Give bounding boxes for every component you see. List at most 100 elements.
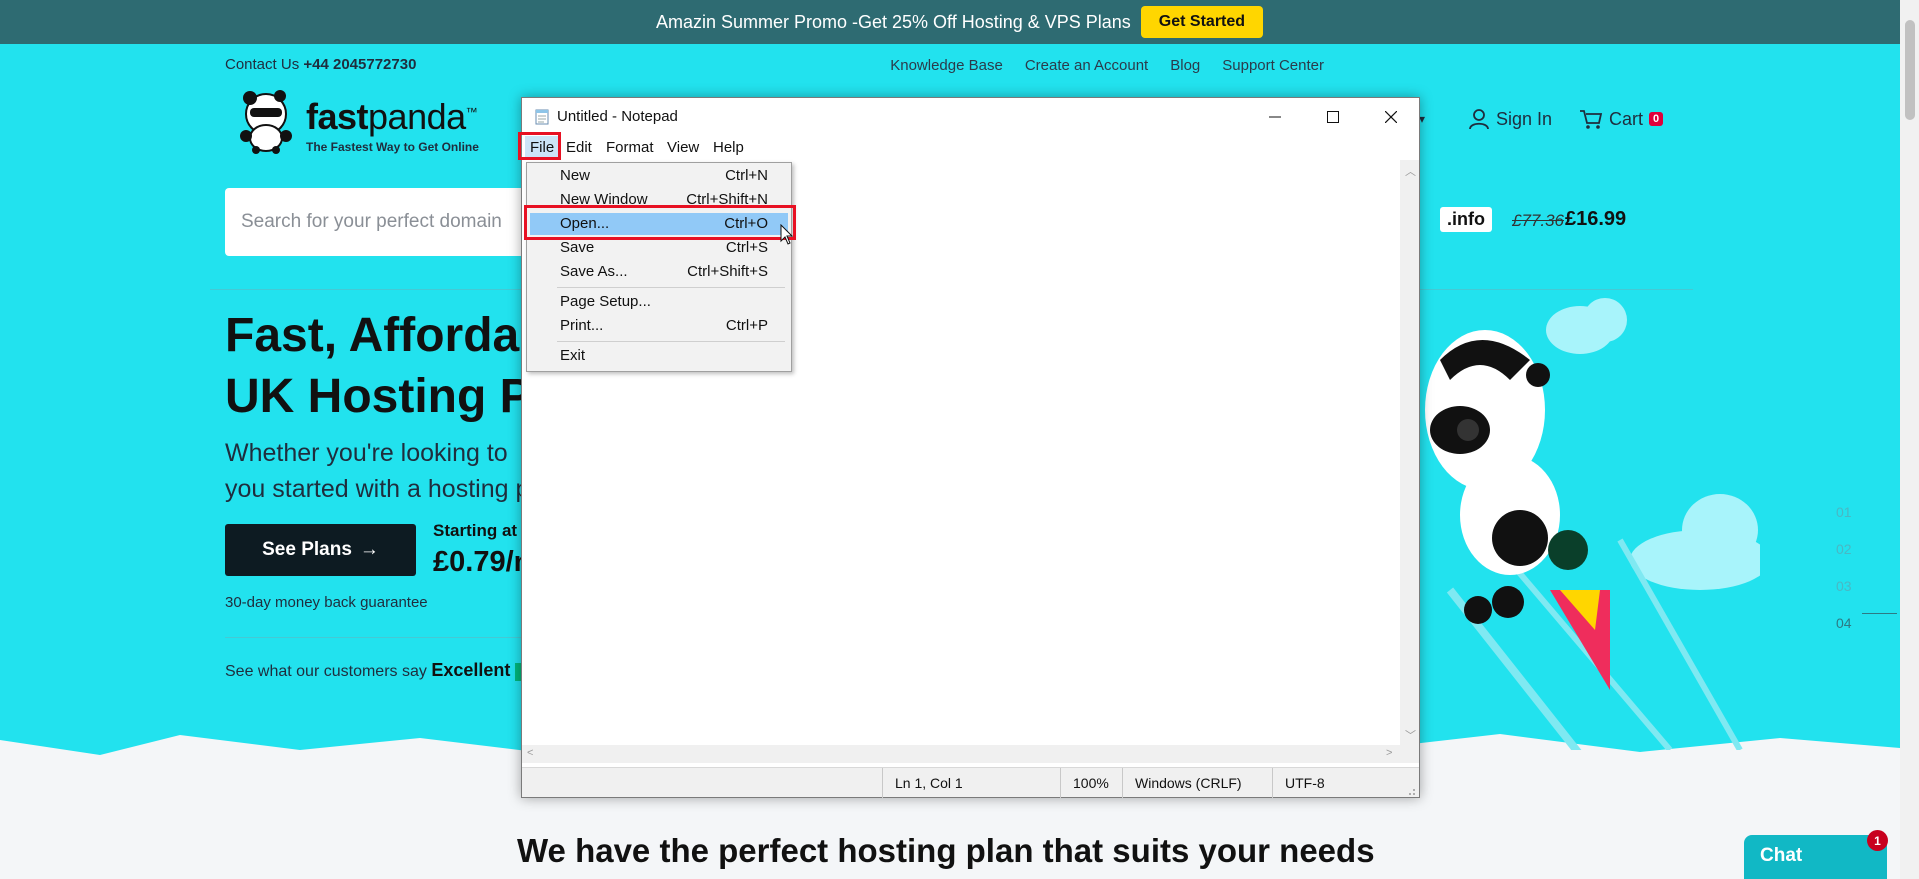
maximize-icon xyxy=(1327,111,1339,123)
hero-headline-line-2: UK Hosting P xyxy=(225,370,525,423)
signin-link[interactable]: Sign In xyxy=(1468,108,1552,130)
status-cursor-position: Ln 1, Col 1 xyxy=(882,768,1060,798)
file-menu-print-label: Print... xyxy=(560,317,604,334)
promo-text: Amazin Summer Promo -Get 25% Off Hosting… xyxy=(655,11,1131,32)
guarantee-divider xyxy=(225,637,525,638)
contact-phone[interactable]: +44 2045772730 xyxy=(303,56,416,73)
page-scrollbar[interactable] xyxy=(1900,0,1919,879)
notepad-titlebar[interactable]: Untitled - Notepad xyxy=(522,98,1419,136)
create-account-link[interactable]: Create an Account xyxy=(1025,57,1148,74)
scroll-corner xyxy=(1400,745,1419,763)
file-menu-exit[interactable]: Exit xyxy=(530,345,788,367)
maximize-button[interactable] xyxy=(1304,98,1362,136)
file-menu-save-shortcut: Ctrl+S xyxy=(725,239,768,256)
contact-label: Contact Us xyxy=(225,56,300,73)
minimize-icon xyxy=(1269,116,1281,118)
mouse-cursor-icon xyxy=(780,224,794,245)
customers-say-label: See what our customers say xyxy=(225,663,427,680)
see-plans-button[interactable]: See Plans → xyxy=(225,524,416,576)
hero-subtext: Whether you're looking to you started wi… xyxy=(225,435,525,507)
slide-indicator: 01 02 03 04 xyxy=(1836,494,1852,642)
chat-notification-badge: 1 xyxy=(1867,830,1888,851)
close-button[interactable] xyxy=(1362,98,1420,136)
active-slide-line xyxy=(1862,613,1897,614)
file-menu-save[interactable]: Save Ctrl+S xyxy=(530,237,788,259)
section-heading: We have the perfect hosting plan that su… xyxy=(517,832,1375,869)
domain-search-input[interactable]: Search for your perfect domain xyxy=(225,188,525,256)
file-menu-print-shortcut: Ctrl+P xyxy=(725,317,768,334)
menu-edit[interactable]: Edit xyxy=(561,136,597,160)
panda-rocket-illustration xyxy=(1425,298,1760,750)
file-menu-save-as-label: Save As... xyxy=(560,263,628,280)
promo-bar: Amazin Summer Promo -Get 25% Off Hosting… xyxy=(0,0,1919,44)
file-menu-new-label: New xyxy=(560,167,591,184)
file-menu-print[interactable]: Print... Ctrl+P xyxy=(530,315,788,337)
file-menu-exit-label: Exit xyxy=(560,347,586,364)
minimize-button[interactable] xyxy=(1246,98,1304,136)
starting-price: £0.79/m xyxy=(433,546,525,578)
hero-headline-line-1: Fast, Affordab xyxy=(225,309,525,362)
old-price: £77.36 xyxy=(1512,211,1564,230)
slide-02[interactable]: 02 xyxy=(1836,531,1852,568)
notepad-title: Untitled - Notepad xyxy=(557,108,678,125)
hero-subtext-line-1: Whether you're looking to xyxy=(225,439,508,467)
notepad-app-icon xyxy=(535,109,549,125)
resize-grip-icon[interactable] xyxy=(1406,786,1416,796)
notepad-menubar: File Edit Format View Help xyxy=(522,136,1419,160)
file-menu-save-as[interactable]: Save As... Ctrl+Shift+S xyxy=(530,261,788,283)
menu-help[interactable]: Help xyxy=(708,136,749,160)
vertical-scrollbar[interactable]: ︿ ﹀ xyxy=(1400,160,1419,745)
logo-tm: ™ xyxy=(465,105,478,119)
guarantee-text: 30-day money back guarantee xyxy=(225,594,428,611)
slide-01[interactable]: 01 xyxy=(1836,494,1852,531)
blog-link[interactable]: Blog xyxy=(1170,57,1200,74)
cart-label: Cart xyxy=(1609,108,1644,129)
hero-subtext-line-2: you started with a hosting p xyxy=(225,475,525,503)
file-menu-save-as-shortcut: Ctrl+Shift+S xyxy=(687,263,768,280)
status-encoding: UTF-8 xyxy=(1272,768,1417,798)
cart-link[interactable]: Cart 0 xyxy=(1579,108,1664,130)
file-menu-new[interactable]: New Ctrl+N xyxy=(530,165,788,187)
slide-04[interactable]: 04 xyxy=(1836,605,1852,642)
top-links: Knowledge Base Create an Account Blog Su… xyxy=(890,57,1324,74)
chat-label: Chat xyxy=(1760,845,1803,866)
scroll-up-arrow-icon[interactable]: ︿ xyxy=(1405,163,1416,179)
page-scroll-thumb[interactable] xyxy=(1905,20,1915,120)
support-center-link[interactable]: Support Center xyxy=(1222,57,1324,74)
logo-tagline: The Fastest Way to Get Online xyxy=(306,140,479,154)
menu-format[interactable]: Format xyxy=(601,136,659,160)
logo-wordmark: fastpanda™ xyxy=(306,96,478,138)
user-icon xyxy=(1469,109,1489,130)
horizontal-scrollbar[interactable]: < > xyxy=(522,745,1400,763)
slide-03[interactable]: 03 xyxy=(1836,568,1852,605)
file-menu-page-setup[interactable]: Page Setup... xyxy=(530,291,788,313)
open-item-highlight-box xyxy=(524,205,796,240)
new-price: £16.99 xyxy=(1565,208,1627,230)
scroll-down-arrow-icon[interactable]: ﹀ xyxy=(1405,727,1416,743)
file-menu-new-shortcut: Ctrl+N xyxy=(725,167,768,184)
logo-panda: panda xyxy=(368,96,466,137)
file-menu-highlight-box xyxy=(518,132,561,160)
tld-badge: .info xyxy=(1440,207,1492,232)
notepad-statusbar: Ln 1, Col 1 100% Windows (CRLF) UTF-8 xyxy=(522,767,1419,798)
knowledge-base-link[interactable]: Knowledge Base xyxy=(890,57,1003,74)
rating-label: Excellent xyxy=(431,660,511,680)
signin-label: Sign In xyxy=(1496,108,1553,129)
contact-line: Contact Us +44 2045772730 xyxy=(225,56,416,73)
menu-view[interactable]: View xyxy=(662,136,704,160)
hero-headline: Fast, Affordab UK Hosting P xyxy=(225,305,525,427)
arrow-right-icon: → xyxy=(359,539,379,560)
fastpanda-logo[interactable]: fastpanda™ The Fastest Way to Get Online xyxy=(236,88,506,158)
panda-logo-icon xyxy=(240,90,292,154)
chat-button[interactable]: Chat xyxy=(1744,835,1887,879)
close-icon xyxy=(1385,111,1397,123)
file-menu-separator xyxy=(557,341,785,342)
file-menu-dropdown: New Ctrl+N New Window Ctrl+Shift+N Open.… xyxy=(526,162,792,372)
scroll-right-arrow-icon[interactable]: > xyxy=(1386,747,1392,759)
cart-count-badge: 0 xyxy=(1649,112,1664,126)
logo-fast: fast xyxy=(306,96,369,137)
status-zoom: 100% xyxy=(1060,768,1122,798)
scroll-left-arrow-icon[interactable]: < xyxy=(527,747,533,759)
get-started-button[interactable]: Get Started xyxy=(1140,6,1264,38)
file-menu-save-label: Save xyxy=(560,239,595,256)
